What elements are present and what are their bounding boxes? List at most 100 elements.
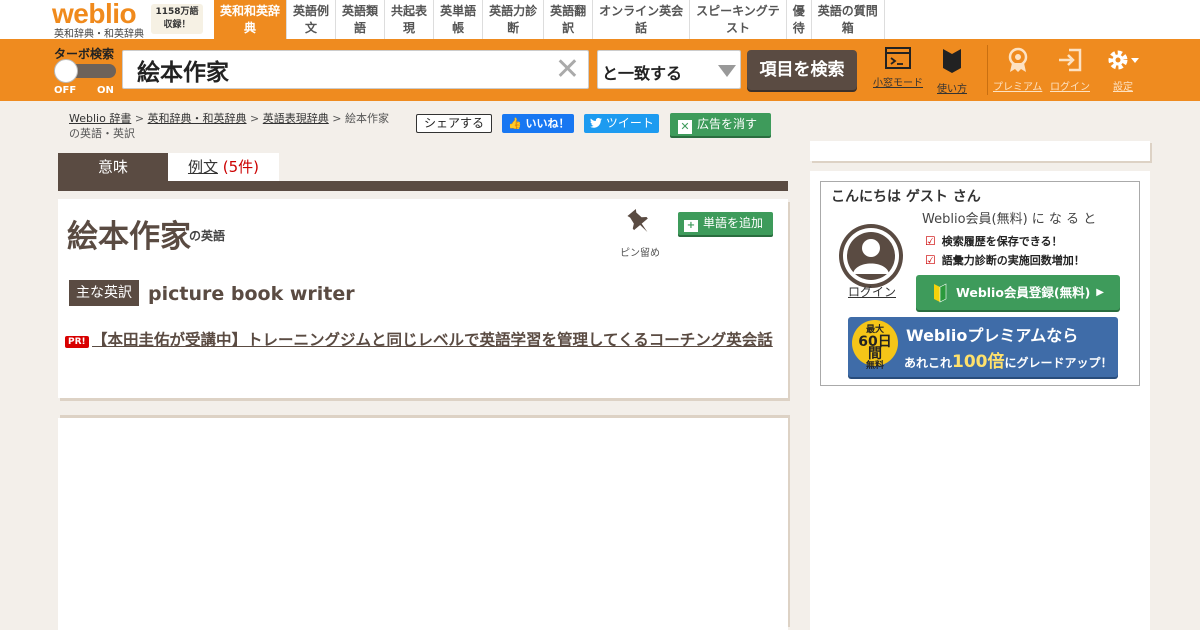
thumbs-up-icon: 👍 — [508, 117, 526, 130]
service-nav: 英和和英辞 典 英語例 文 英語類 語 共起表 現 英単語 帳 英語力診 断 英… — [214, 0, 885, 39]
dropdown-arrow-icon — [718, 65, 736, 77]
search-button[interactable]: 項目を検索 — [747, 50, 857, 90]
tool-divider — [987, 45, 988, 95]
word-count-suffix: 収録！ — [163, 20, 191, 30]
breadcrumb-separator: > — [131, 112, 148, 125]
nav-tab-label: スト — [725, 21, 750, 35]
nav-tab-speaking-test[interactable]: スピーキングテ スト — [689, 0, 786, 39]
login-tool-label: ログイン — [1050, 82, 1090, 93]
sidebar-top-strip — [810, 141, 1150, 161]
badge-days: 60日間 — [858, 334, 892, 362]
breadcrumb-link[interactable]: Weblio 辞書 — [69, 112, 131, 125]
breadcrumb-link[interactable]: 英語表現辞典 — [263, 112, 329, 125]
pin-icon[interactable] — [624, 207, 654, 237]
word-count: 1158万語 — [155, 7, 199, 17]
add-word-label: 単語を追加 — [703, 216, 764, 230]
pr-ad-link[interactable]: 【本田圭佑が受講中】トレーニングジムと同じレベルで英語学習を管理してくるコーチン… — [65, 329, 783, 351]
checkbox-icon: ☑ — [925, 234, 936, 248]
arrow-right-icon: ▶ — [1096, 287, 1104, 298]
nav-tab-perks[interactable]: 優 待 — [785, 0, 811, 39]
avatar — [839, 224, 903, 288]
beginner-mark-icon — [943, 49, 961, 73]
small-window-mode-button[interactable]: 小窓モード — [873, 47, 923, 89]
word-count-badge: 1158万語 収録！ — [151, 4, 203, 34]
tab-examples-label: 例文 — [187, 158, 218, 176]
pr-badge: PR! — [65, 336, 89, 348]
search-bar: ターボ検索 OFF ON ✕ と一致する 項目を検索 小窓モード 使い方 — [0, 39, 1200, 101]
turbo-on-label: ON — [97, 85, 114, 96]
benefit-text: 検索履歴を保存できる！ — [941, 235, 1063, 248]
nav-tab-translation[interactable]: 英語翻 訳 — [543, 0, 592, 39]
nav-tab-label: 典 — [244, 21, 257, 35]
nav-tab-wordbook[interactable]: 英単語 帳 — [433, 0, 482, 39]
benefit-item: ☑ 語彙力診断の実施回数増加！ — [925, 252, 1085, 268]
nav-tab-diagnosis[interactable]: 英語力診 断 — [482, 0, 543, 39]
badge-line: 無料 — [865, 361, 884, 371]
facebook-like-button[interactable]: 👍 いいね！ — [502, 114, 574, 133]
nav-tab-label: 英単語 — [440, 4, 477, 18]
tab-meaning[interactable]: 意味 — [58, 153, 168, 181]
nav-tab-label: 英語翻 — [550, 4, 587, 18]
nav-tab-label: 英語例 — [293, 4, 330, 18]
like-label: いいね！ — [525, 117, 570, 130]
tweet-button[interactable]: ツイート — [584, 114, 659, 133]
how-to-button[interactable]: 使い方 — [937, 47, 967, 95]
tab-examples[interactable]: 例文 (5件) — [168, 153, 279, 181]
premium-button[interactable]: プレミアム — [993, 47, 1042, 93]
member-lead-text: Weblio会員(無料) に な る と — [922, 212, 1097, 227]
checkbox-icon: ☑ — [925, 253, 936, 267]
nav-tab-label: 英語の質問 — [817, 4, 878, 18]
add-word-button[interactable]: + 単語を追加 — [678, 212, 773, 235]
breadcrumb-separator: > — [328, 112, 345, 125]
pin-label: ピン留め — [620, 248, 660, 259]
medal-icon — [1008, 47, 1027, 72]
search-box: ✕ — [122, 50, 589, 89]
twitter-bird-icon — [590, 117, 602, 128]
ad-area — [58, 418, 788, 630]
nav-tab-label: 訳 — [562, 21, 575, 35]
match-mode-select[interactable]: と一致する — [597, 50, 741, 89]
premium-headline: Weblioプレミアムなら — [906, 326, 1079, 345]
nav-tab-label: 現 — [403, 21, 416, 35]
translation: picture book writer — [148, 283, 355, 305]
match-mode-value: と一致する — [602, 64, 683, 83]
main-translation-label: 主な英訳 — [69, 280, 139, 306]
headword: 絵本作家 — [67, 219, 191, 255]
settings-button[interactable]: 設定 — [1106, 47, 1140, 93]
login-box: こんにちは ゲスト さん ログイン Weblio会員(無料) に な る と ☑… — [820, 181, 1140, 386]
clear-icon[interactable]: ✕ — [555, 53, 580, 87]
nav-tab-label: 話 — [635, 21, 648, 35]
login-link[interactable]: ログイン — [848, 283, 896, 300]
breadcrumb-separator: > — [246, 112, 263, 125]
nav-tab-label: 語 — [354, 21, 367, 35]
login-tool-button[interactable]: ログイン — [1050, 47, 1090, 93]
tab-underline-bar — [58, 181, 788, 191]
nav-tab-questions[interactable]: 英語の質問 箱 — [810, 0, 885, 39]
nav-tab-examples[interactable]: 英語例 文 — [286, 0, 335, 39]
register-button[interactable]: Weblio会員登録(無料) ▶ — [916, 275, 1120, 310]
hide-ads-button[interactable]: ✕ 広告を消す — [670, 113, 771, 136]
share-button[interactable]: シェアする — [416, 114, 492, 133]
premium-subline: あれこれ100倍にグレードアップ！ — [904, 347, 1113, 372]
nav-tab-label: 優 — [792, 4, 805, 18]
search-input[interactable] — [137, 56, 537, 84]
premium-banner[interactable]: 最大 60日間 無料 Weblioプレミアムなら あれこれ100倍にグレードアッ… — [848, 317, 1118, 377]
nav-tab-dictionary[interactable]: 英和和英辞 典 — [214, 0, 287, 39]
nav-tab-online-conversation[interactable]: オンライン英会 話 — [592, 0, 689, 39]
login-icon — [1059, 48, 1082, 72]
premium-subline-pre: あれこれ — [904, 356, 953, 370]
entry-card: 絵本作家 の英語 ピン留め + 単語を追加 主な英訳 picture book w… — [58, 199, 788, 398]
turbo-toggle-knob[interactable] — [54, 59, 78, 83]
breadcrumb-link[interactable]: 英和辞典・和英辞典 — [148, 112, 247, 125]
breadcrumb: Weblio 辞書 > 英和辞典・和英辞典 > 英語表現辞典 > 絵本作家の英語… — [69, 111, 399, 141]
nav-tab-collocations[interactable]: 共起表 現 — [384, 0, 433, 39]
free-trial-badge: 最大 60日間 無料 — [852, 320, 898, 371]
beginner-mark-icon — [934, 283, 947, 303]
nav-tab-thesaurus[interactable]: 英語類 語 — [335, 0, 384, 39]
user-icon — [843, 228, 899, 284]
turbo-off-label: OFF — [54, 85, 77, 96]
nav-tab-label: 帳 — [452, 21, 465, 35]
how-to-label: 使い方 — [937, 84, 967, 95]
benefit-text: 語彙力診断の実施回数増加！ — [941, 254, 1085, 267]
close-box-icon: ✕ — [678, 120, 692, 134]
